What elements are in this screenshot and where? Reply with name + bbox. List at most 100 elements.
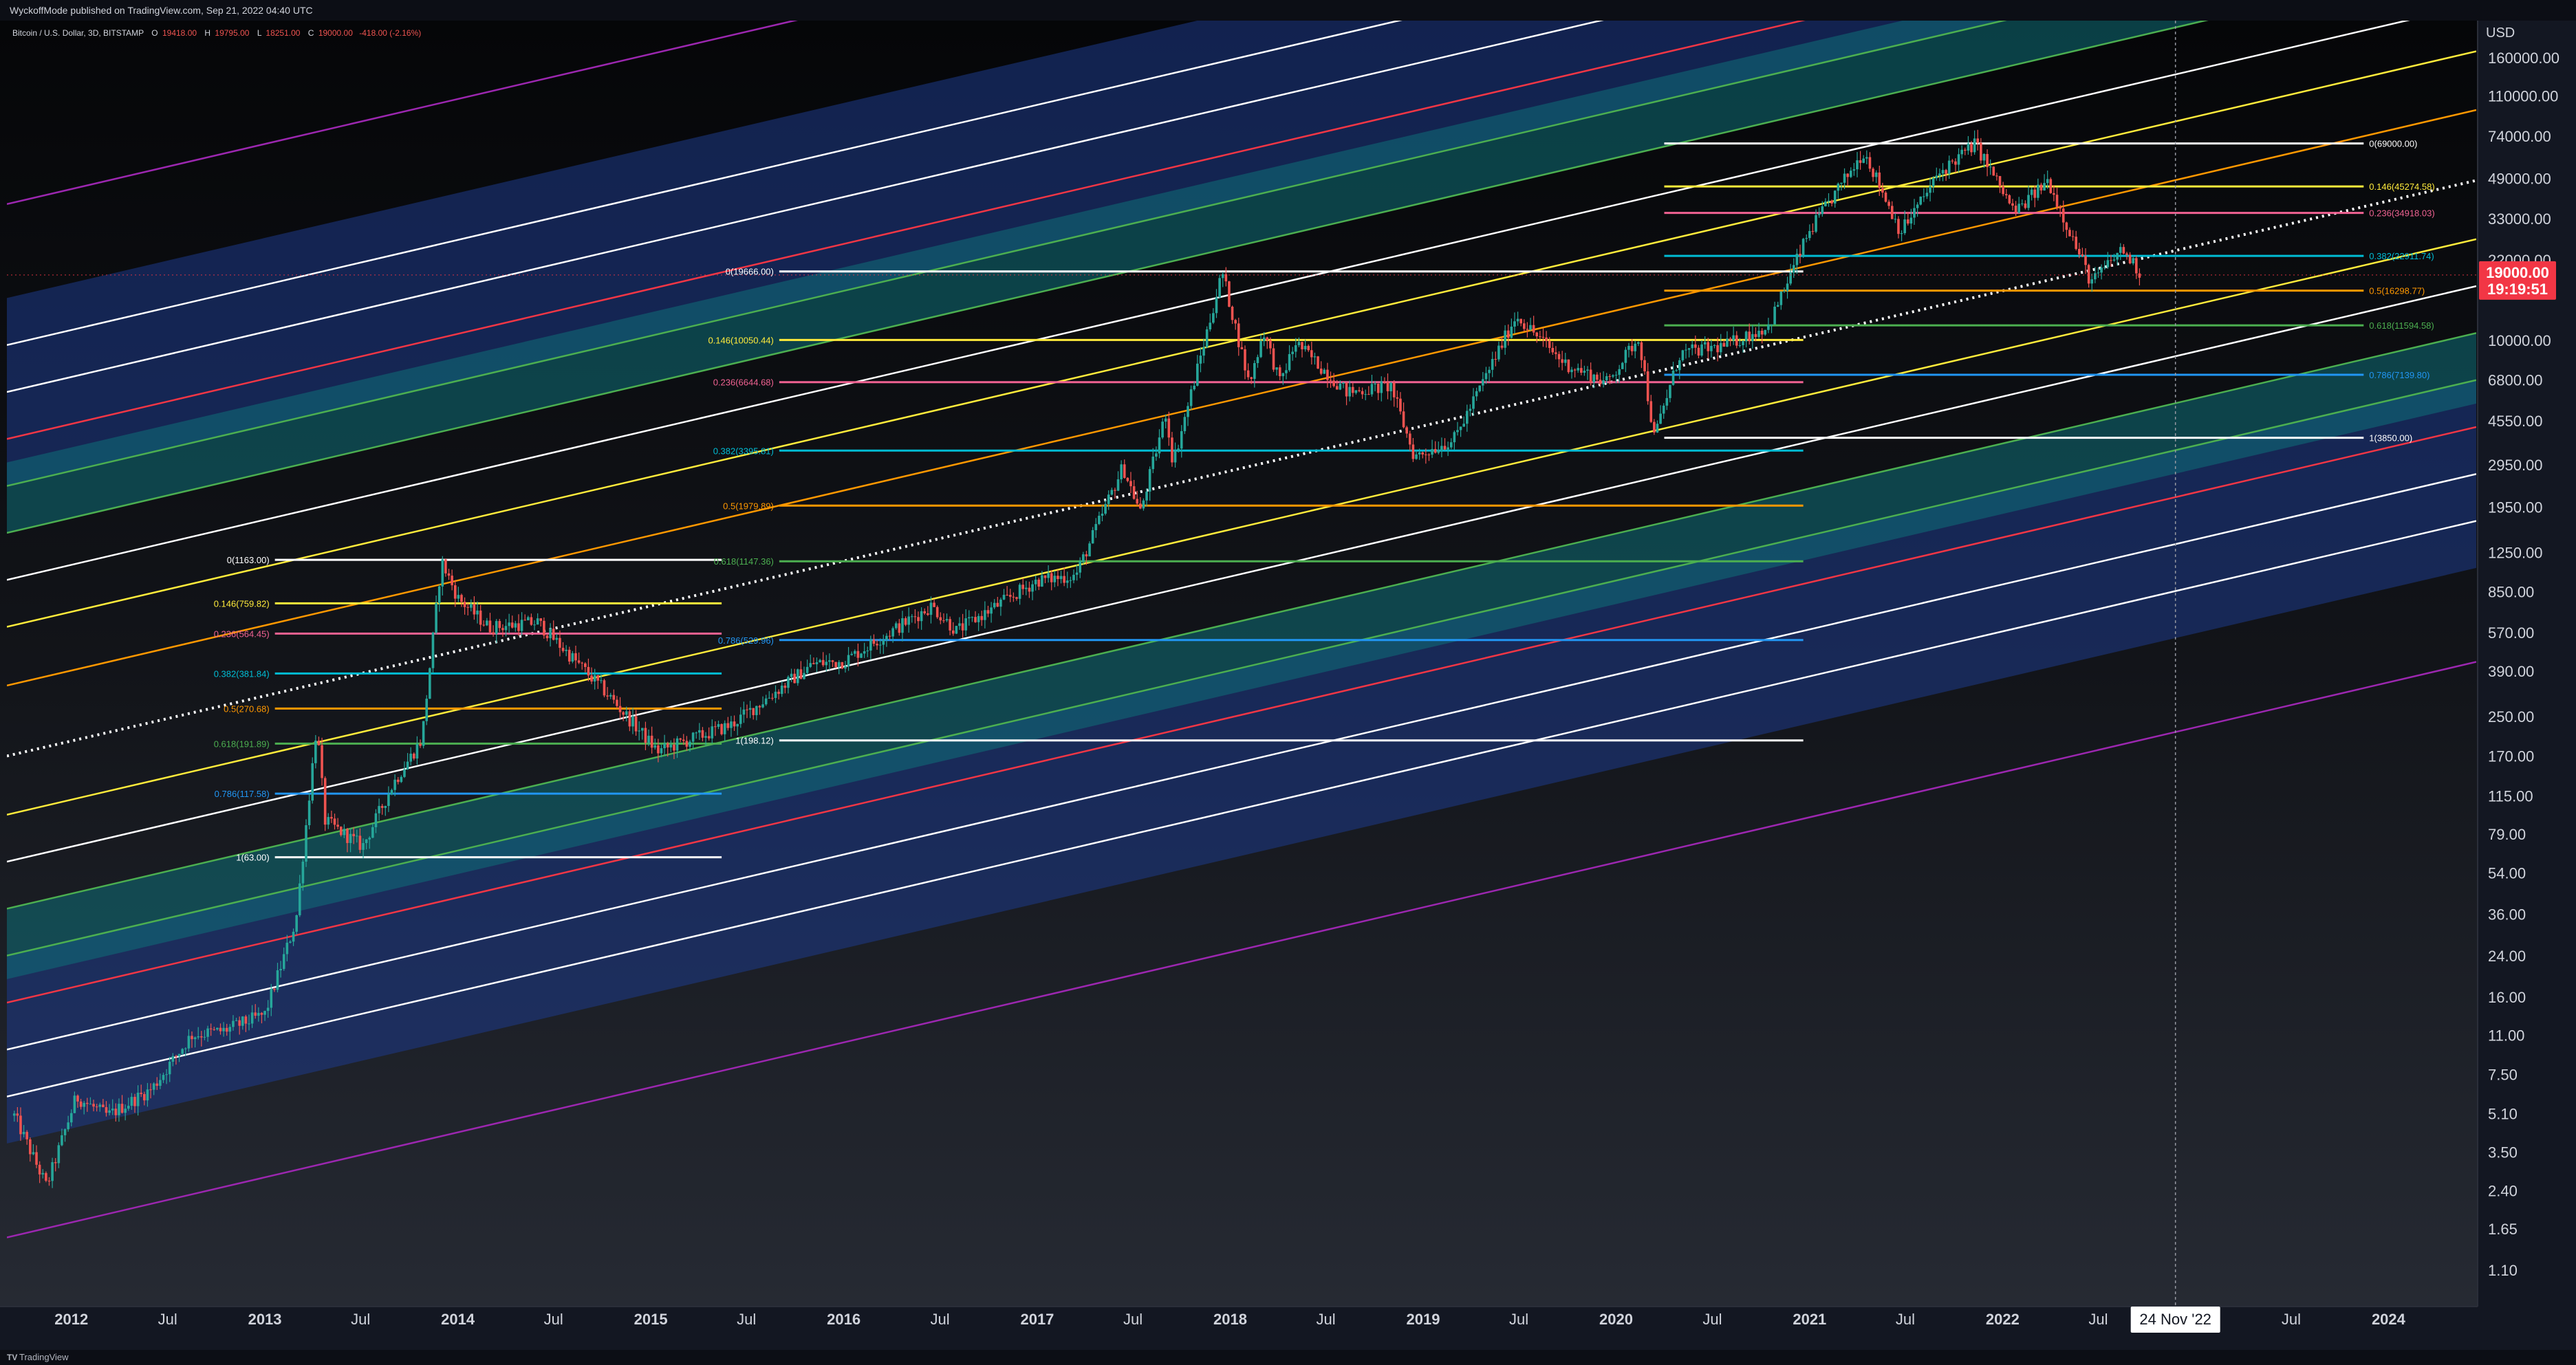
candle-body xyxy=(1529,325,1532,330)
candle-body xyxy=(1700,344,1703,356)
candle-body xyxy=(793,673,796,684)
candle-body xyxy=(533,624,536,626)
candle-body xyxy=(1634,343,1637,351)
candle-body xyxy=(1865,157,1868,159)
candle-body xyxy=(1345,382,1348,397)
candle xyxy=(425,695,429,725)
candle-body xyxy=(1462,424,1465,427)
crosshair-date-label: 24 Nov '22 xyxy=(2130,1307,2220,1333)
candle-body xyxy=(38,1164,41,1175)
candle-body xyxy=(105,1107,108,1113)
candle-body xyxy=(565,649,567,651)
candle xyxy=(339,826,343,837)
time-tick-4: 2014 xyxy=(441,1311,475,1328)
time-tick-12: 2018 xyxy=(1213,1311,1247,1328)
candle-body xyxy=(1288,353,1291,371)
candle-body xyxy=(1957,154,1960,165)
candle-body xyxy=(1903,219,1906,234)
price-tick-0: 160000.00 xyxy=(2488,50,2559,67)
candle-body xyxy=(584,663,587,667)
candle-body xyxy=(539,618,543,621)
legend-change: -418.00 (-2.16%) xyxy=(359,28,421,38)
time-axis[interactable]: 2012 Jul 2013 Jul 2014 Jul 2015 Jul 2016 Jul 2017 J… xyxy=(0,1306,2478,1350)
candle-body xyxy=(486,620,488,626)
price-chart[interactable]: 0(1163.00) 0.146(759.82) 0.236(564.45) 0.38… xyxy=(0,0,2576,1365)
candle-body xyxy=(2084,256,2087,265)
candle-body xyxy=(1500,345,1504,348)
candle-body xyxy=(1824,201,1827,206)
candle-body xyxy=(625,711,628,715)
candle-body xyxy=(1535,332,1539,337)
candle-body xyxy=(1171,437,1173,463)
candle-body xyxy=(622,712,625,715)
candle-body xyxy=(1751,334,1754,342)
time-tick-14: 2019 xyxy=(1407,1311,1440,1328)
price-axis[interactable]: USD 160000.00 110000.00 74000.00 49000.00 33… xyxy=(2477,21,2576,1307)
candle-body xyxy=(482,624,486,626)
time-tick-11: Jul xyxy=(1123,1311,1143,1328)
candle-body xyxy=(1402,411,1405,428)
candle-body xyxy=(143,1094,146,1101)
candle-body xyxy=(1935,175,1938,179)
candle-body xyxy=(358,836,362,850)
candle-body xyxy=(1088,543,1091,557)
candle-body xyxy=(1110,490,1114,495)
price-tick-10: 1950.00 xyxy=(2488,499,2543,516)
candle-body xyxy=(1145,491,1148,501)
candle-body xyxy=(1960,149,1963,155)
candle-body xyxy=(1577,368,1579,371)
candle-body xyxy=(891,628,894,637)
candle-body xyxy=(244,1016,248,1024)
candle-body xyxy=(2017,204,2020,213)
candle-body xyxy=(1028,587,1031,592)
candle-body xyxy=(1015,597,1018,599)
time-tick-7: Jul xyxy=(737,1311,756,1328)
candle-body xyxy=(63,1129,67,1135)
time-tick-10: 2017 xyxy=(1020,1311,1054,1328)
candle-body xyxy=(213,1029,216,1030)
candle-body xyxy=(2100,267,2103,273)
candle-body xyxy=(2122,247,2125,254)
candle-body xyxy=(1386,382,1389,392)
candle-body xyxy=(977,615,980,622)
candle-body xyxy=(1713,345,1716,346)
candle-body xyxy=(1443,446,1447,450)
candle-body xyxy=(876,644,878,646)
candle-body xyxy=(1523,323,1526,329)
candle-body xyxy=(1811,230,1815,232)
candle-body xyxy=(1104,503,1107,514)
candle-body xyxy=(796,669,799,684)
candle-body xyxy=(768,697,771,699)
candle-body xyxy=(292,931,295,942)
candle-body xyxy=(476,610,479,615)
candle-body xyxy=(501,628,504,631)
legend-open-value: 19418.00 xyxy=(162,28,197,38)
candle-body xyxy=(1329,380,1332,381)
candle-body xyxy=(641,728,644,731)
candle-body xyxy=(1643,360,1646,372)
candle-body xyxy=(2046,179,2049,184)
candle-body xyxy=(1541,336,1545,338)
price-tick-13: 570.00 xyxy=(2488,624,2534,642)
candle xyxy=(1317,356,1319,369)
candle-body xyxy=(2027,195,2030,208)
fib-2021-label-5: 0.618(11594.58) xyxy=(2369,320,2434,331)
candle-body xyxy=(57,1145,61,1164)
price-tick-17: 115.00 xyxy=(2488,787,2533,805)
time-tick-17: Jul xyxy=(1702,1311,1722,1328)
candle-body xyxy=(739,714,742,724)
candle-body xyxy=(1833,190,1837,204)
candle-body xyxy=(441,559,444,587)
candle-body xyxy=(1909,217,1913,224)
price-tick-12: 850.00 xyxy=(2488,584,2534,601)
candle-body xyxy=(330,817,333,819)
candle-body xyxy=(872,639,876,644)
candle-body xyxy=(203,1036,206,1038)
candle xyxy=(2049,177,2053,194)
candle-body xyxy=(1456,430,1459,433)
candle-body xyxy=(856,651,860,658)
candle-body xyxy=(1868,157,1872,169)
candle-body xyxy=(853,651,856,654)
candle-body xyxy=(1041,575,1043,587)
candle-body xyxy=(1085,554,1088,557)
